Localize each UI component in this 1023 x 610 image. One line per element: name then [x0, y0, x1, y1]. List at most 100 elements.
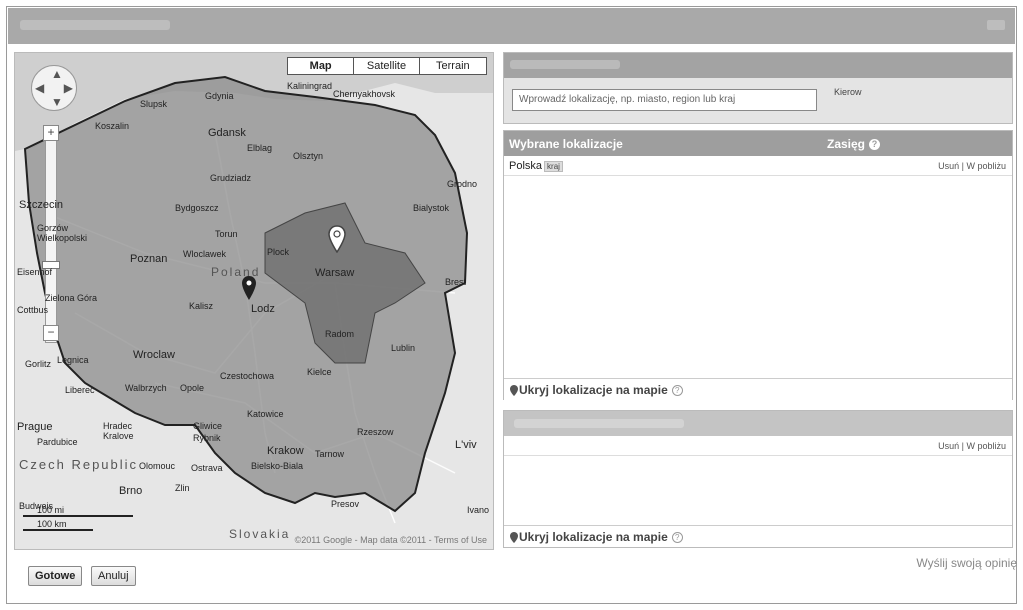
city-label: Bialystok	[413, 203, 450, 213]
hide-locations-label: Ukryj lokalizacje na mapie	[519, 383, 668, 397]
city-label: Gorzów Wielkopolski	[37, 223, 88, 243]
city-label: Tarnow	[315, 449, 345, 459]
location-name: Polska kraj	[509, 160, 563, 172]
city-label: Slupsk	[140, 99, 168, 109]
map-view[interactable]: ▲ ◀ ▶ ▼ + − Map Satellite Terrain Kalini…	[14, 52, 494, 550]
city-label: Liberec	[65, 385, 95, 395]
pin-icon	[510, 385, 518, 397]
map-scale: 100 mi 100 km	[23, 505, 143, 541]
pan-right-icon[interactable]: ▶	[64, 81, 73, 95]
location-search-section: Wprowadź lokalizację, np. miasto, region…	[503, 52, 1013, 124]
cancel-button[interactable]: Anuluj	[91, 566, 136, 586]
help-icon[interactable]: ?	[671, 385, 683, 397]
city-label: Brest	[445, 277, 467, 287]
city-label: Poznan	[130, 253, 168, 265]
targeting-hint-text: Kierow	[834, 87, 862, 97]
city-label: Gdynia	[205, 91, 234, 101]
city-label: Chernyakhovsk	[333, 89, 396, 99]
row-actions-links[interactable]: Usuń | W pobliżu	[938, 441, 1006, 451]
city-label: Czestochowa	[220, 371, 275, 381]
city-label: Eisenhof	[17, 267, 53, 277]
pin-icon	[510, 532, 518, 544]
city-label: Cottbus	[17, 305, 49, 315]
city-label: Walbrzych	[125, 383, 167, 393]
dialog-title-bar	[8, 8, 1015, 44]
city-label: Rybnik	[193, 433, 221, 443]
pan-control[interactable]: ▲ ◀ ▶ ▼	[31, 65, 77, 111]
help-icon[interactable]: ?	[671, 532, 683, 544]
pan-up-icon[interactable]: ▲	[51, 67, 63, 81]
city-label: Gorlitz	[25, 359, 52, 369]
map-type-satellite-button[interactable]: Satellite	[353, 58, 418, 74]
city-label: Olomouc	[139, 461, 176, 471]
zoom-out-button[interactable]: −	[43, 325, 59, 341]
city-label: Bydgoszcz	[175, 203, 219, 213]
city-label: Zielona Góra	[45, 293, 98, 303]
city-label: Rzeszow	[357, 427, 394, 437]
city-label: Koszalin	[95, 121, 130, 131]
city-label: Kalisz	[189, 301, 214, 311]
hide-locations-toggle[interactable]: Ukryj lokalizacje na mapie?	[504, 378, 1012, 400]
search-section-header	[504, 53, 1012, 78]
city-label: Wloclawek	[183, 249, 227, 259]
location-type-badge: kraj	[544, 161, 563, 172]
excluded-locations-header	[504, 411, 1012, 436]
city-label: Legnica	[57, 355, 89, 365]
hide-locations-label: Ukryj lokalizacje na mapie	[519, 530, 668, 544]
city-label: Krakow	[267, 445, 304, 457]
location-pin-icon[interactable]	[328, 225, 346, 253]
country-label-slovakia: Slovakia	[229, 527, 291, 541]
city-label: Kaliningrad	[287, 81, 333, 91]
city-label: Hradec Kralove	[103, 421, 134, 441]
map-marker-icon[interactable]	[241, 275, 257, 301]
hide-locations-toggle[interactable]: Ukryj lokalizacje na mapie?	[504, 525, 1012, 547]
map-type-terrain-button[interactable]: Terrain	[418, 58, 486, 74]
city-label: Katowice	[247, 409, 284, 419]
city-label: Zlin	[175, 483, 190, 493]
map-copyright[interactable]: ©2011 Google - Map data ©2011 - Terms of…	[295, 535, 487, 545]
send-feedback-link[interactable]: Wyślij swoją opinię	[916, 556, 1017, 570]
column-header-locations: Wybrane lokalizacje	[509, 137, 623, 151]
city-label: Lodz	[251, 303, 275, 315]
city-label: Gliwice	[193, 421, 223, 431]
city-label: Opole	[180, 383, 205, 393]
zoom-in-button[interactable]: +	[43, 125, 59, 141]
dialog-title-blurred	[20, 20, 170, 30]
city-label: Torun	[215, 229, 238, 239]
city-label: Plock	[267, 247, 290, 257]
city-label: Olsztyn	[293, 151, 324, 161]
column-header-range: Zasięg?	[827, 137, 881, 151]
city-label: Presov	[331, 499, 360, 509]
close-icon[interactable]	[987, 20, 1005, 30]
city-label: Ivano	[467, 505, 490, 515]
city-label: Grudziadz	[210, 173, 252, 183]
city-label: L'viv	[455, 439, 477, 451]
city-label: Brno	[119, 485, 143, 497]
city-label: Szczecin	[19, 199, 64, 211]
done-button[interactable]: Gotowe	[28, 566, 83, 586]
city-label: Pardubice	[37, 437, 78, 447]
city-label: Kielce	[307, 367, 332, 377]
pan-left-icon[interactable]: ◀	[35, 81, 44, 95]
city-label: Prague	[17, 421, 53, 433]
city-label: Gdansk	[208, 127, 246, 139]
location-search-input[interactable]: Wprowadź lokalizację, np. miasto, region…	[512, 89, 817, 111]
city-label: Radom	[325, 329, 355, 339]
column-header-range-label: Zasięg	[827, 137, 866, 151]
help-icon[interactable]: ?	[869, 139, 881, 151]
map-type-control: Map Satellite Terrain	[287, 57, 487, 75]
city-label: Elblag	[247, 143, 273, 153]
scale-km-label: 100 km	[37, 519, 67, 529]
city-label: Bielsko-Biala	[251, 461, 304, 471]
excluded-locations-table: Usuń | W pobliżu Ukryj lokalizacje na ma…	[503, 410, 1013, 548]
city-label: Ostrava	[191, 463, 223, 473]
selected-locations-header: Wybrane lokalizacje Zasięg?	[504, 131, 1012, 156]
city-label: Grodno	[447, 179, 478, 189]
map-type-map-button[interactable]: Map	[288, 58, 353, 74]
row-actions-links[interactable]: Usuń | W pobliżu	[938, 161, 1006, 171]
location-name-text: Polska	[509, 160, 543, 172]
city-label: Wroclaw	[133, 349, 175, 361]
selected-locations-table: Wybrane lokalizacje Zasięg? Polska kraj U…	[503, 130, 1013, 400]
scale-miles-label: 100 mi	[37, 505, 65, 515]
pan-down-icon[interactable]: ▼	[51, 95, 63, 109]
